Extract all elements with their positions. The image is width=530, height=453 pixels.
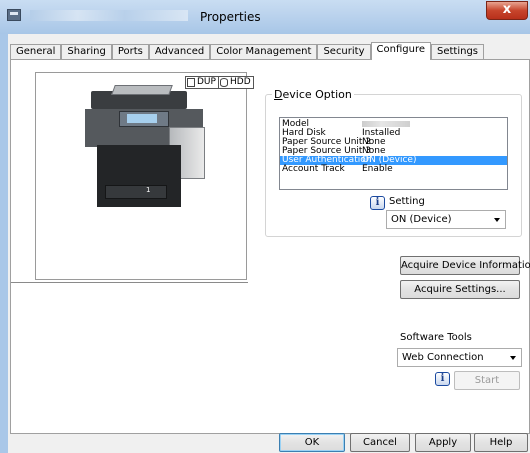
apply-button[interactable]: Apply	[415, 433, 471, 452]
printer-tray-number: 1	[146, 186, 151, 194]
device-option-group: Device Option Model Hard Disk Installed …	[265, 88, 522, 237]
properties-window: Properties x General Sharing Ports Advan…	[0, 0, 530, 453]
software-tools-label: Software Tools	[400, 332, 472, 343]
option-key: Account Track	[282, 164, 345, 174]
software-tools-dropdown[interactable]: Web Connection	[397, 348, 522, 367]
hard-disk-icon	[220, 78, 228, 87]
printer-name-redacted	[30, 10, 188, 21]
printer-app-icon	[7, 9, 21, 21]
device-option-title: Device Option	[272, 88, 354, 101]
dialog-content: General Sharing Ports Advanced Color Man…	[8, 34, 530, 453]
chevron-down-icon	[510, 356, 516, 360]
software-tools-info-icon[interactable]: i	[435, 372, 450, 386]
chevron-down-icon	[494, 218, 500, 222]
tab-strip: General Sharing Ports Advanced Color Man…	[10, 42, 484, 60]
option-value: Enable	[362, 164, 393, 174]
cancel-button[interactable]: Cancel	[350, 433, 410, 452]
start-button[interactable]: Start	[454, 371, 520, 390]
close-button[interactable]: x	[486, 1, 528, 20]
preview-divider	[11, 282, 248, 283]
configure-panel: DUP HDD 1 Device Option Model Hard Disk …	[10, 59, 530, 434]
hdd-badge-label: HDD	[230, 77, 251, 87]
tab-security[interactable]: Security	[317, 44, 371, 59]
device-option-list[interactable]: Model Hard Disk Installed Paper Source U…	[279, 117, 508, 190]
tab-color-management[interactable]: Color Management	[210, 44, 318, 59]
device-option-title-rest: evice Option	[282, 88, 352, 101]
acquire-settings-button[interactable]: Acquire Settings...	[400, 280, 520, 299]
model-value-redacted	[362, 121, 410, 127]
title-bar[interactable]: Properties x	[0, 0, 530, 34]
tab-general[interactable]: General	[10, 44, 62, 59]
tab-advanced[interactable]: Advanced	[148, 44, 211, 59]
help-button[interactable]: Help	[474, 433, 528, 452]
printer-image: 1	[83, 85, 205, 209]
ok-button[interactable]: OK	[279, 433, 345, 452]
tab-settings[interactable]: Settings	[430, 44, 484, 59]
window-title: Properties	[200, 10, 261, 24]
setting-dropdown-value: ON (Device)	[391, 214, 452, 225]
setting-dropdown[interactable]: ON (Device)	[386, 210, 506, 229]
setting-info-icon[interactable]: i	[370, 196, 385, 210]
printer-preview: DUP HDD 1	[35, 72, 254, 280]
tab-ports[interactable]: Ports	[111, 44, 149, 59]
tab-configure[interactable]: Configure	[370, 42, 431, 60]
tab-sharing[interactable]: Sharing	[61, 44, 112, 59]
software-tools-dropdown-value: Web Connection	[402, 352, 484, 363]
list-item[interactable]: Account Track Enable	[280, 165, 507, 174]
setting-label: Setting	[389, 196, 425, 207]
acquire-device-information-button[interactable]: Acquire Device Information	[400, 256, 530, 275]
hdd-badge: HDD	[218, 76, 254, 89]
